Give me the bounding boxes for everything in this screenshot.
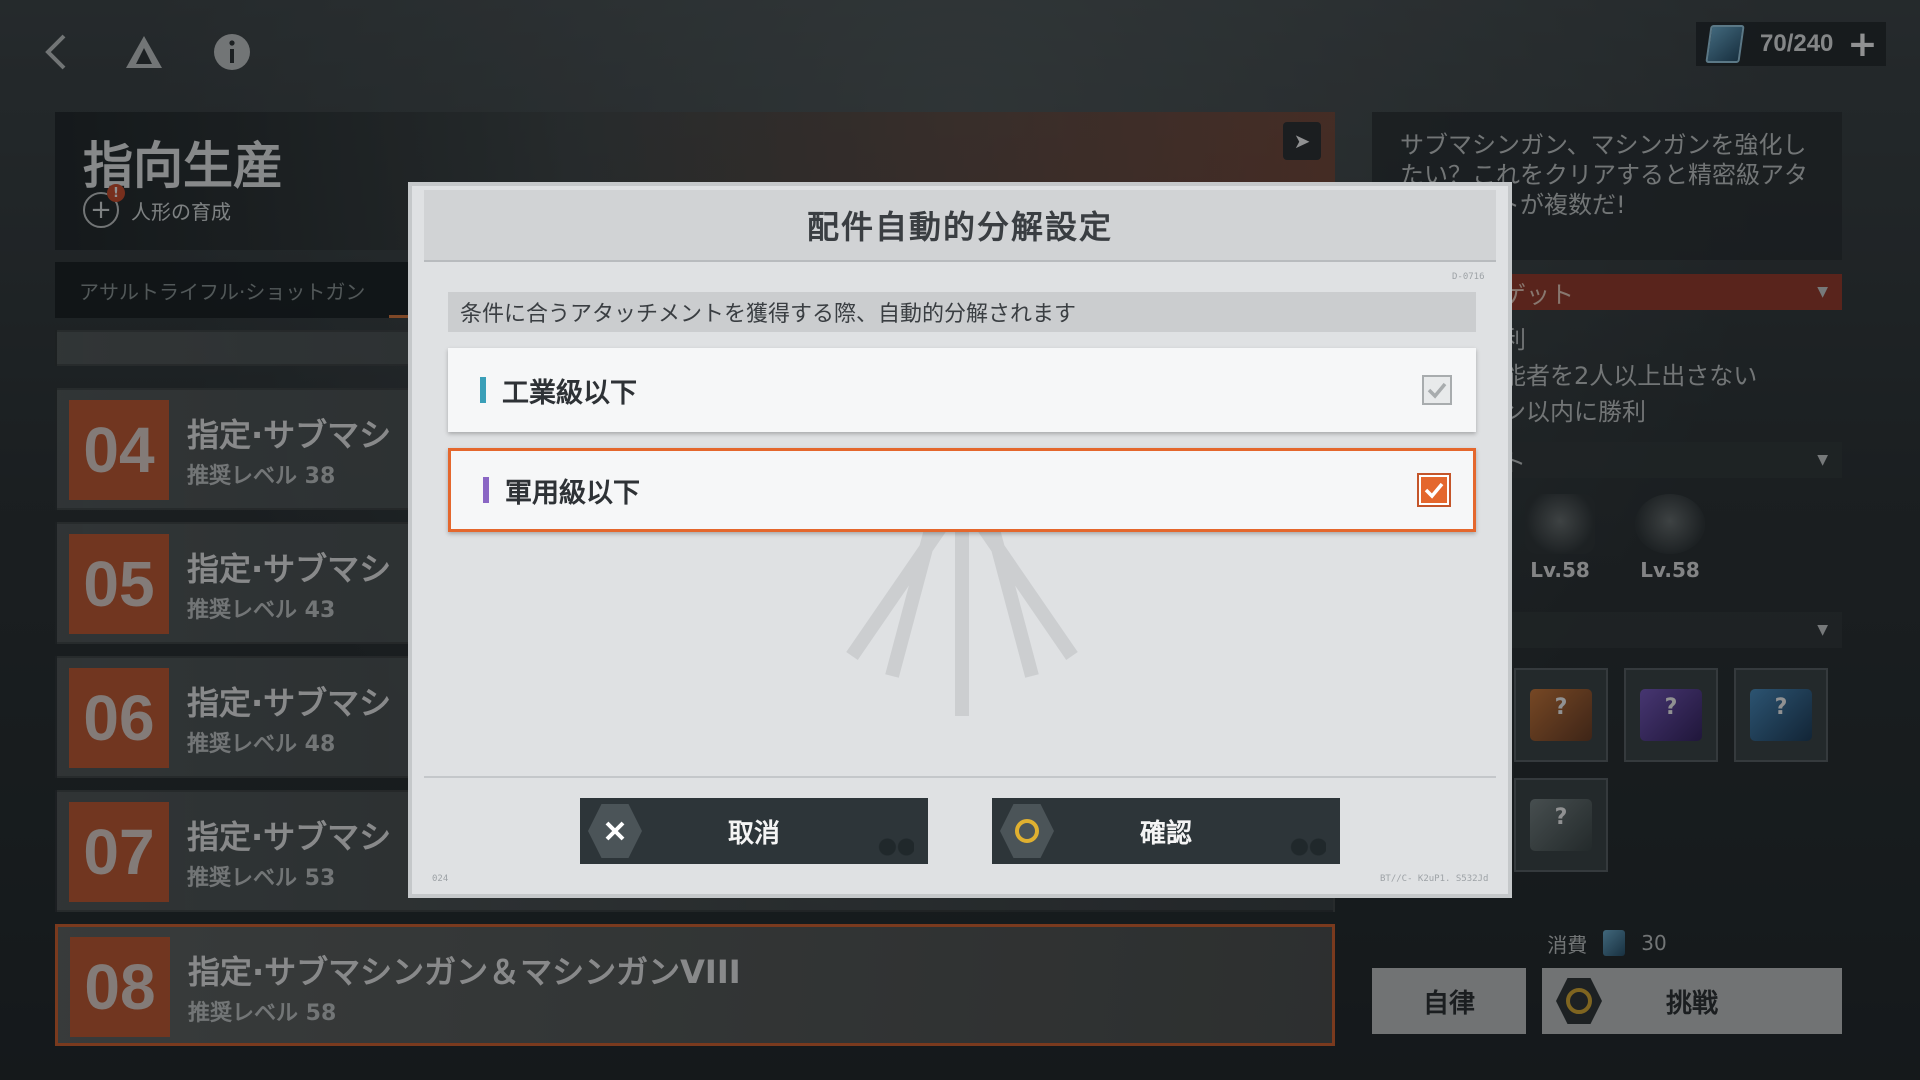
cancel-button[interactable]: 取消 (580, 798, 928, 864)
checkbox[interactable] (1422, 375, 1452, 405)
checkbox[interactable] (1417, 473, 1451, 507)
decorative-code: D-0716 (1452, 272, 1485, 282)
confirm-button[interactable]: 確認 (992, 798, 1340, 864)
decorative-code: BT//C- K2uP1. S532Jd (1380, 874, 1489, 884)
grade-accent-bar (483, 477, 489, 503)
checkmark-icon (1424, 482, 1444, 499)
option-label: 軍用級以下 (505, 477, 640, 509)
decoration (876, 836, 914, 858)
grade-accent-bar (480, 377, 486, 403)
auto-dismantle-settings-dialog: 配件自動的分解設定 D-0716 条件に合うアタッチメントを獲得する際、自動的分… (408, 182, 1512, 898)
option-label: 工業級以下 (502, 377, 637, 409)
option-industrial-grade[interactable]: 工業級以下 (448, 348, 1476, 432)
option-military-grade[interactable]: 軍用級以下 (448, 448, 1476, 532)
confirm-label: 確認 (1139, 818, 1192, 849)
dialog-info-text: 条件に合うアタッチメントを獲得する際、自動的分解されます (448, 292, 1476, 332)
dialog-header: 配件自動的分解設定 (424, 190, 1496, 262)
dialog-title: 配件自動的分解設定 (806, 208, 1113, 246)
close-icon (588, 804, 642, 858)
decorative-code: 024 (432, 874, 449, 884)
circle-icon (1000, 804, 1054, 858)
decoration (1288, 836, 1326, 858)
divider (424, 776, 1496, 778)
checkmark-icon (1427, 382, 1447, 399)
cancel-label: 取消 (727, 818, 780, 849)
